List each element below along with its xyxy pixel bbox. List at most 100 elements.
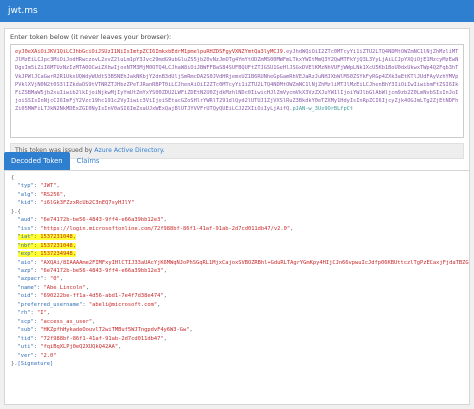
claim-value: "abeli@microsoft.com" — [88, 301, 158, 308]
comma: , — [157, 301, 161, 308]
payload-claim: "aio": "AXQAi/8IAAAAme2FIMFxyIHlCTIJ33aU… — [11, 259, 470, 267]
comma: , — [189, 327, 193, 334]
payload-claim: "preferred_username": "abeli@microsoft.c… — [11, 301, 463, 309]
comma: , — [85, 284, 89, 291]
claim-value: "I" — [36, 310, 47, 317]
claim-key: "kid" — [17, 200, 34, 207]
view-tabs: Decoded Token Claims — [4, 152, 106, 170]
claim-value: "2.0" — [40, 352, 57, 359]
decoded-token-panel: { "typ": "JWT", "alg": "RS256", "kid": "… — [4, 170, 470, 405]
highlighted-claim: "exp": 1537234948, — [17, 251, 76, 258]
claim-wrap: "sub": "HKZpfhHykadeOouvlT2wiTMBuf5WJTng… — [18, 327, 193, 333]
issuer-suffix: . — [162, 147, 165, 154]
token-hint: Enter token below (it never leaves your … — [10, 33, 172, 41]
claim-wrap: "scp": "access_as_user", — [18, 319, 96, 325]
encoded-token: eyJ0eXAiOiJKV1QiLCJhbGciOiJSUzI1NiIsImtp… — [15, 48, 459, 114]
claim-key: "preferred_username" — [17, 301, 83, 308]
claim-value: 1537231048 — [40, 234, 73, 241]
claim-key: "ver" — [17, 352, 34, 359]
claim-value: 1537231048 — [40, 242, 73, 249]
claim-wrap: "tid": "72f988bf-86f1-41af-91ab-2d7cd011… — [18, 336, 167, 342]
tab-decoded-token[interactable]: Decoded Token — [4, 152, 70, 170]
claim-key: "typ" — [17, 183, 34, 190]
payload-claim: "iat": 1537231048, — [11, 233, 463, 241]
claim-key: "uti" — [17, 344, 34, 351]
signature-label: [Signature] — [17, 360, 54, 367]
claim-wrap: "iss": "https://login.microsoftonline.co… — [18, 226, 294, 232]
claim-value: "Abe Lincoln" — [43, 284, 86, 291]
comma: , — [72, 234, 76, 241]
claim-wrap: "name": "Abe Lincoln", — [18, 285, 89, 291]
claim-wrap: "rh": "I", — [18, 310, 50, 316]
claim-wrap: "ver": "2.0" — [18, 353, 57, 359]
claim-value: "HKZpfhHykadeOouvlT2wiTMBuf5WJTngpdvF4y6… — [40, 327, 190, 334]
claim-wrap: "preferred_username": "abeli@microsoft.c… — [18, 302, 161, 308]
highlighted-claim: "iat": 1537231048, — [17, 234, 76, 241]
claim-key: "aud" — [17, 217, 34, 224]
claim-key: "rh" — [17, 310, 31, 317]
claim-value: "6e74172b-be56-4843-9ff4-e66a39bb12e3" — [40, 267, 164, 274]
header-claim: "typ": "JWT", — [11, 182, 463, 190]
decoded-token-code: { "typ": "JWT", "alg": "RS256", "kid": "… — [11, 174, 470, 368]
token-payload-part: eyJhdWQiOiI2ZTc0MTcyYi1iZTU2LTQ4NDMtOWZm… — [15, 49, 459, 113]
comma: , — [56, 183, 60, 190]
claim-value: "fqiBqXLPj0eQ2XUQkQ42AA" — [40, 344, 119, 351]
claim-key: "exp" — [17, 251, 34, 258]
comma: , — [118, 344, 122, 351]
payload-claim: "sub": "HKZpfhHykadeOouvlT2wiTMBuf5WJTng… — [11, 326, 463, 334]
claim-key: "aio" — [17, 259, 34, 266]
claim-value: "0" — [49, 276, 60, 283]
claim-key: "tid" — [17, 335, 34, 342]
claim-key: "iat" — [17, 234, 34, 241]
claim-key: "nbf" — [17, 242, 34, 249]
token-header-part: eyJ0eXAiOiJKV1QiLCJhbGciOiJSUzI1NiIsImtp… — [15, 49, 287, 55]
payload-claim: "exp": 1537234948, — [11, 250, 463, 258]
brace-open: { — [11, 175, 15, 181]
token-textarea[interactable]: eyJ0eXAiOiJKV1QiLCJhbGciOiJSUzI1NiIsImtp… — [10, 44, 464, 138]
claim-wrap: "oid": "690222be-ff1a-4d56-abd1-7e4f7d38… — [18, 293, 167, 299]
payload-claim: "name": "Abe Lincoln", — [11, 284, 463, 292]
payload-claim: "aud": "6e74172b-be56-4843-9ff4-e66a39bb… — [11, 216, 463, 224]
payload-claim: "oid": "690222be-ff1a-4d56-abd1-7e4f7d38… — [11, 292, 463, 300]
claim-key: "azp" — [17, 267, 34, 274]
claim-wrap: "azp": "6e74172b-be56-4843-9ff4-e66a39bb… — [18, 268, 167, 274]
claim-wrap: "aio": "AXQAi/8IAAAAme2FIMFxyIHlCTIJ33aU… — [17, 259, 470, 266]
claim-key: "scp" — [17, 318, 34, 325]
payload-claim: "ver": "2.0" — [11, 352, 463, 360]
comma: , — [163, 267, 167, 274]
comma: , — [72, 251, 76, 258]
payload-claim: "rh": "I", — [11, 309, 463, 317]
header-claim: "kid": "i6lGk3FZzxRcUb2C3nEQ7syHJlY" — [11, 199, 463, 207]
comma: , — [163, 217, 167, 224]
comma: , — [290, 225, 294, 232]
app-title: jwt.ms — [8, 6, 38, 16]
comma: , — [163, 293, 167, 300]
payload-claim: "nbf": 1537231048, — [11, 242, 463, 250]
claim-key: "azpacr" — [17, 276, 44, 283]
claim-value: "https://login.microsoftonline.com/72f98… — [40, 225, 291, 232]
claim-key: "name" — [17, 284, 37, 291]
separator: }.{ — [11, 208, 21, 215]
claim-value: "6e74172b-be56-4843-9ff4-e66a39bb12e3" — [40, 217, 164, 224]
claim-wrap: "aud": "6e74172b-be56-4843-9ff4-e66a39bb… — [18, 217, 167, 223]
claim-key: "sub" — [17, 327, 34, 334]
app-title-bar: jwt.ms — [0, 0, 474, 22]
payload-claim: "azp": "6e74172b-be56-4843-9ff4-e66a39bb… — [11, 267, 463, 275]
claim-key: "alg" — [17, 191, 34, 198]
claim-value: 1537234948 — [40, 251, 73, 258]
tab-claims[interactable]: Claims — [70, 152, 107, 170]
claim-wrap: "azpacr": "0", — [18, 276, 63, 282]
comma: , — [59, 276, 63, 283]
page-body: Enter token below (it never leaves your … — [0, 22, 474, 409]
claim-key: "oid" — [17, 293, 34, 300]
highlighted-claim: "nbf": 1537231048, — [17, 242, 76, 249]
claim-value: "72f988bf-86f1-41af-91ab-2d7cd011db47" — [40, 335, 164, 342]
payload-claim: "uti": "fqiBqXLPj0eQ2XUQkQ42AA", — [11, 343, 463, 351]
payload-claim: "tid": "72f988bf-86f1-41af-91ab-2d7cd011… — [11, 335, 463, 343]
payload-claim: "scp": "access_as_user", — [11, 318, 463, 326]
signature-line: }.[Signature] — [11, 360, 463, 368]
claim-value: "i6lGk3FZzxRcUb2C3nEQ7syHJlY" — [40, 200, 135, 207]
payload-claim: "iss": "https://login.microsoftonline.co… — [11, 225, 463, 233]
comma: , — [46, 310, 50, 317]
comma: , — [62, 191, 67, 198]
